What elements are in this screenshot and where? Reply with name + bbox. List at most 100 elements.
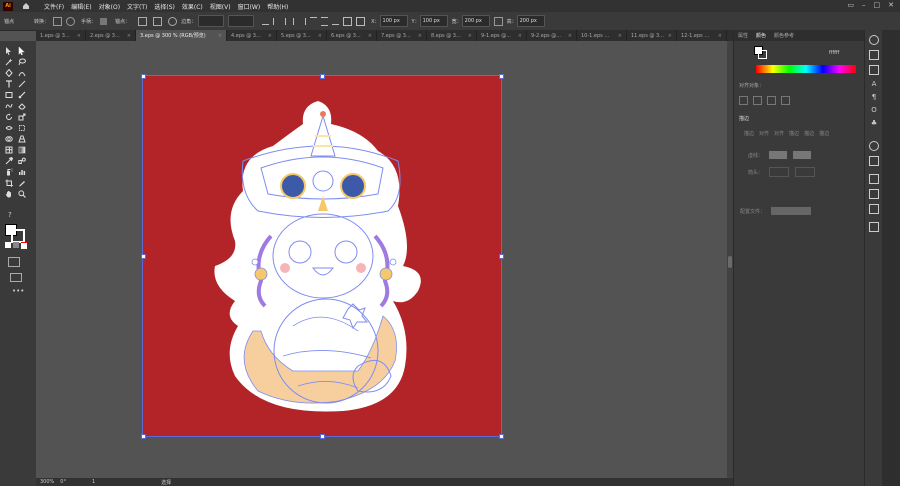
edge-input[interactable] (198, 15, 225, 27)
distribute-icon[interactable] (343, 16, 353, 26)
align-center-icon[interactable] (285, 17, 295, 25)
menu-view[interactable]: 视图(V) (210, 2, 231, 11)
layers-icon[interactable] (869, 174, 879, 184)
selection-handle[interactable] (141, 434, 146, 439)
character-icon[interactable]: A (865, 80, 883, 88)
transform-icon[interactable] (262, 17, 270, 25)
handle-icon[interactable] (100, 17, 108, 25)
close-icon[interactable]: ✕ (888, 1, 894, 9)
mesh-tool-icon[interactable] (4, 146, 13, 154)
menu-type[interactable]: 文字(T) (127, 2, 147, 11)
arrow-start-select[interactable] (769, 167, 790, 177)
symbols-icon[interactable]: ♣ (865, 119, 883, 127)
scale-tool-icon[interactable] (17, 113, 26, 121)
selection-handle[interactable] (141, 254, 146, 259)
zoom-level[interactable]: 300% (40, 479, 54, 485)
tab-close-icon[interactable]: × (518, 33, 522, 39)
more-tools-icon[interactable]: ••• (12, 287, 24, 295)
gap-input[interactable] (793, 151, 812, 159)
tab-9-2[interactable]: 9-2.eps @... × (527, 30, 577, 41)
w-input[interactable]: 200 px (461, 15, 490, 27)
convert-smooth-icon[interactable] (66, 16, 76, 26)
rotate-angle[interactable]: 0° (60, 479, 66, 485)
link-icon[interactable] (493, 16, 503, 26)
magic-wand-tool-icon[interactable] (4, 58, 13, 66)
reference-point-icon[interactable] (356, 16, 366, 26)
shape-builder-tool-icon[interactable] (4, 135, 13, 143)
stroke-swatch[interactable] (758, 50, 767, 59)
stroke-option[interactable]: 描边 (789, 130, 799, 137)
x-input[interactable]: 100 px (379, 15, 408, 27)
tab-2[interactable]: 2.eps @ 3... × (86, 30, 136, 41)
slice-tool-icon[interactable] (17, 179, 26, 187)
tab-close-icon[interactable]: × (468, 33, 472, 39)
selection-handle[interactable] (499, 74, 504, 79)
tab-11[interactable]: 11.eps @ 3... × (627, 30, 677, 41)
align-top-icon[interactable] (310, 17, 318, 25)
menu-edit[interactable]: 编辑(E) (71, 2, 91, 11)
menu-help[interactable]: 帮助(H) (267, 2, 288, 11)
curvature-tool-icon[interactable] (17, 69, 26, 77)
libraries-icon[interactable] (869, 50, 879, 60)
perspective-grid-tool-icon[interactable] (17, 135, 26, 143)
arrow-end-select[interactable] (795, 167, 816, 177)
selection-tool-icon[interactable] (4, 47, 13, 55)
tab-close-icon[interactable]: × (218, 33, 222, 39)
align-btn-icon[interactable] (753, 96, 762, 105)
artboard-tool-icon[interactable] (4, 179, 13, 187)
artboard[interactable] (142, 75, 502, 437)
none-icon[interactable] (21, 242, 27, 249)
tab-3-active[interactable]: 3.eps @ 300 % (RGB/预览) × (136, 30, 227, 41)
artboard-number[interactable]: 1 (92, 479, 95, 485)
convert-corner-icon[interactable] (53, 16, 63, 26)
brushes-icon[interactable] (869, 65, 879, 75)
tab-close-icon[interactable]: × (418, 33, 422, 39)
gradient-tool-icon[interactable] (17, 146, 26, 154)
draw-mode-icon[interactable] (8, 257, 20, 267)
tab-close-icon[interactable]: × (668, 33, 672, 39)
tab-properties[interactable]: 属性 (734, 32, 752, 39)
rectangle-tool-icon[interactable] (4, 91, 13, 99)
align-bottom-icon[interactable] (332, 17, 340, 25)
align-btn-icon[interactable] (739, 96, 748, 105)
tab-10-1[interactable]: 10-1.eps ... × (577, 30, 627, 41)
width-tool-icon[interactable] (4, 124, 13, 132)
stroke-option[interactable]: 描边 (804, 130, 814, 137)
stroke-swatch-icon[interactable] (11, 229, 25, 243)
selection-handle[interactable] (499, 254, 504, 259)
tab-5[interactable]: 5.eps @ 3... × (277, 30, 327, 41)
align-btn-icon[interactable] (767, 96, 776, 105)
graphic-styles-icon[interactable] (869, 156, 879, 166)
tab-close-icon[interactable]: × (318, 33, 322, 39)
help-icon[interactable]: ? (8, 211, 16, 219)
home-icon[interactable] (21, 2, 30, 11)
tab-close-icon[interactable]: × (718, 33, 722, 39)
profile-select[interactable] (771, 207, 812, 215)
lasso-tool-icon[interactable] (17, 58, 26, 66)
tab-12-1[interactable]: 12-1.eps ... × (677, 30, 727, 41)
tab-close-icon[interactable]: × (77, 33, 81, 39)
scroll-thumb[interactable] (728, 256, 732, 268)
screen-mode-icon[interactable] (10, 273, 22, 282)
anchor-remove-icon[interactable] (138, 16, 148, 26)
asset-export-icon[interactable] (869, 204, 879, 214)
menu-window[interactable]: 窗口(W) (238, 2, 261, 11)
hand-tool-icon[interactable] (4, 190, 13, 198)
selection-handle[interactable] (499, 434, 504, 439)
tab-7[interactable]: 7.eps @ 3... × (377, 30, 427, 41)
column-graph-tool-icon[interactable] (17, 168, 26, 176)
comments-icon[interactable] (869, 222, 879, 232)
align-right-icon[interactable] (298, 17, 307, 25)
tab-1[interactable]: 1.eps @ 3... × (36, 30, 86, 41)
paragraph-icon[interactable]: ¶ (865, 93, 883, 101)
shaper-tool-icon[interactable] (4, 102, 13, 110)
symbol-sprayer-tool-icon[interactable] (4, 168, 13, 176)
edge-dropdown[interactable] (228, 15, 255, 27)
type-tool-icon[interactable] (4, 80, 13, 88)
stroke-option[interactable]: 描边 (744, 130, 754, 137)
artboards-icon[interactable] (869, 189, 879, 199)
align-btn-icon[interactable] (781, 96, 790, 105)
stroke-option[interactable]: 描边 (819, 130, 829, 137)
stroke-section-title[interactable]: 描边 (734, 115, 864, 122)
align-left-icon[interactable] (273, 17, 281, 25)
